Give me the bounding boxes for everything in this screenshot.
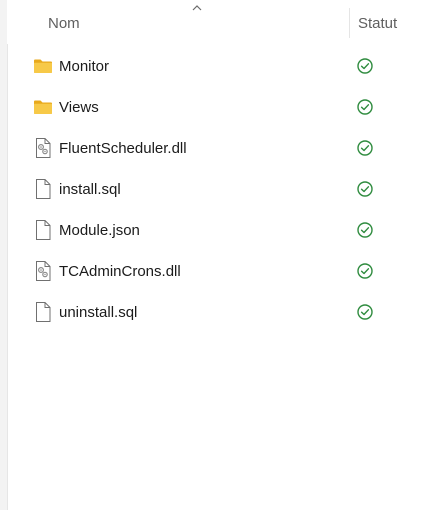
file-name: uninstall.sql [59, 304, 138, 321]
sync-status-check-icon [356, 57, 374, 75]
file-name: Module.json [59, 222, 140, 239]
file-row[interactable]: uninstall.sql [7, 292, 425, 333]
file-row[interactable]: Views [7, 87, 425, 128]
file-name: Monitor [59, 58, 110, 75]
column-header-status[interactable]: Statut [358, 15, 397, 32]
file-list: Monitor Views FluentScheduler.dll install.s… [7, 46, 425, 333]
column-divider[interactable] [349, 8, 350, 38]
sort-ascending-icon[interactable] [191, 3, 203, 13]
file-icon [33, 301, 53, 323]
file-icon [33, 178, 53, 200]
column-header-name[interactable]: Nom [48, 15, 80, 32]
folder-icon [33, 96, 53, 118]
sync-status-check-icon [356, 139, 374, 157]
column-header-bar: Nom Statut [7, 0, 425, 44]
folder-icon [33, 55, 53, 77]
file-name: Views [59, 99, 99, 116]
file-name: install.sql [59, 181, 121, 198]
file-icon [33, 219, 53, 241]
sync-status-check-icon [356, 98, 374, 116]
file-row[interactable]: Module.json [7, 210, 425, 251]
file-row[interactable]: install.sql [7, 169, 425, 210]
file-row[interactable]: TCAdminCrons.dll [7, 251, 425, 292]
file-row[interactable]: Monitor [7, 46, 425, 87]
dll-file-icon [33, 137, 53, 159]
sync-status-check-icon [356, 180, 374, 198]
dll-file-icon [33, 260, 53, 282]
file-row[interactable]: FluentScheduler.dll [7, 128, 425, 169]
sync-status-check-icon [356, 262, 374, 280]
sync-status-check-icon [356, 221, 374, 239]
sync-status-check-icon [356, 303, 374, 321]
file-name: FluentScheduler.dll [59, 140, 187, 157]
file-name: TCAdminCrons.dll [59, 263, 181, 280]
